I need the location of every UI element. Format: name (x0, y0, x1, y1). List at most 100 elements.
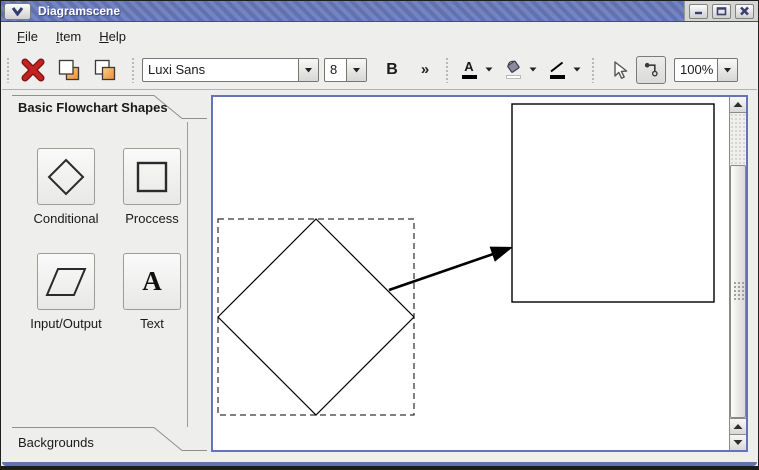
toolbox-section-backgrounds-label: Backgrounds (18, 435, 94, 450)
send-to-back-button[interactable] (91, 55, 119, 85)
arrow-cursor-icon (614, 60, 628, 79)
zoom-combo[interactable]: 100% (674, 57, 738, 82)
input-output-shape-button[interactable] (37, 253, 95, 310)
conditional-shape-button[interactable] (37, 148, 95, 205)
menu-item[interactable]: Item (47, 25, 90, 48)
diamond-shape-icon (47, 158, 85, 195)
toolbox-section-backgrounds[interactable]: Backgrounds (4, 427, 210, 457)
diagram-canvas[interactable] (211, 95, 748, 452)
vertical-scrollbar[interactable] (729, 97, 746, 450)
toolbox-pane: Conditional Proccess Input/Output A Text (4, 122, 188, 427)
scroll-up-button[interactable] (730, 97, 746, 113)
main-area: Basic Flowchart Shapes Conditional Procc… (2, 90, 757, 460)
menu-file[interactable]: File (8, 25, 47, 48)
close-button[interactable] (735, 3, 754, 19)
shape-label: Input/Output (30, 316, 102, 331)
triangle-down-icon (733, 440, 743, 445)
line-color-group (544, 56, 583, 84)
font-combo-value: Luxi Sans (148, 62, 206, 77)
triangle-up-icon (733, 424, 743, 429)
toolbar-handle[interactable] (445, 56, 450, 83)
toolbox-section-shapes[interactable]: Basic Flowchart Shapes (4, 92, 210, 122)
shape-label: Text (140, 316, 164, 331)
bring-to-front-button[interactable] (55, 55, 83, 85)
font-size-combo[interactable]: 8 (324, 57, 367, 82)
line-color-swatch (549, 74, 565, 79)
chevron-down-icon (529, 67, 536, 72)
shape-label: Proccess (125, 211, 179, 226)
shape-cell-proccess: Proccess (109, 148, 195, 226)
font-combo[interactable]: Luxi Sans (142, 57, 319, 82)
close-icon (740, 6, 749, 16)
shape-toolbox: Basic Flowchart Shapes Conditional Procc… (4, 92, 210, 460)
toolbar-handle[interactable] (131, 56, 136, 83)
menu-help[interactable]: Help (90, 25, 135, 48)
minimize-icon (695, 11, 702, 14)
rectangle-shape-icon (136, 161, 168, 192)
font-color-group: A (456, 56, 495, 84)
delete-icon (21, 58, 45, 81)
triangle-up-icon (733, 102, 743, 107)
letter-a-icon: A (142, 266, 162, 296)
app-window: Diagramscene File Item Help Luxi Sans 8 … (0, 0, 759, 470)
chevron-down-icon (724, 67, 731, 72)
shape-cell-input-output: Input/Output (23, 253, 109, 331)
maximize-button[interactable] (712, 3, 731, 19)
text-shape-button[interactable]: A (123, 253, 181, 310)
maximize-icon (716, 7, 727, 16)
bring-to-front-icon (58, 59, 80, 80)
chevron-down-icon (353, 67, 360, 72)
zoom-combo-arrow[interactable] (717, 58, 737, 81)
line-color-dropdown[interactable] (570, 56, 583, 84)
scrollbar-thumb[interactable] (730, 165, 746, 418)
line-color-button[interactable] (544, 56, 570, 84)
font-color-dropdown[interactable] (482, 56, 495, 84)
toolbar-handle[interactable] (591, 56, 596, 83)
toolbar-overflow-button[interactable]: » (413, 56, 437, 84)
proccess-shape-button[interactable] (123, 148, 181, 205)
zoom-combo-value: 100% (680, 62, 714, 77)
elbow-connector-icon (644, 62, 658, 77)
arrow-item[interactable] (388, 250, 500, 292)
font-size-value: 8 (330, 62, 338, 77)
fill-color-dropdown[interactable] (526, 56, 539, 84)
chevron-down-icon (573, 67, 580, 72)
fill-color-button[interactable] (500, 56, 526, 84)
font-size-arrow[interactable] (346, 58, 366, 81)
font-combo-arrow[interactable] (298, 58, 318, 81)
font-color-button[interactable]: A (456, 56, 482, 84)
minimize-button[interactable] (689, 3, 708, 19)
scroll-up-button-2[interactable] (730, 418, 746, 434)
send-to-back-icon (94, 59, 116, 80)
toolbar: Luxi Sans 8 B » A 100% (2, 50, 757, 90)
menubar: File Item Help (2, 22, 757, 50)
scrollbar-track[interactable] (730, 113, 746, 418)
fill-color-group (500, 56, 539, 84)
font-color-glyph: A (464, 58, 474, 74)
chevron-down-icon (305, 67, 312, 72)
scroll-down-button[interactable] (730, 434, 746, 450)
bold-button[interactable]: B (379, 56, 405, 84)
line-tool-button[interactable] (636, 55, 666, 84)
shape-label: Conditional (33, 211, 99, 226)
diagram-scene (217, 103, 715, 416)
toolbar-handle[interactable] (6, 56, 11, 83)
scrollbar-grip (732, 281, 744, 302)
font-color-swatch (461, 74, 477, 79)
window-title: Diagramscene (38, 4, 121, 18)
toolbox-section-shapes-label: Basic Flowchart Shapes (18, 100, 168, 115)
paint-bucket-icon (506, 60, 520, 73)
line-icon (550, 61, 564, 72)
fill-color-swatch (505, 75, 521, 79)
shape-cell-conditional: Conditional (23, 148, 109, 226)
pointer-tool-button[interactable] (606, 56, 632, 84)
parallelogram-shape-icon (45, 267, 87, 296)
delete-button[interactable] (19, 55, 47, 85)
diamond-item[interactable] (217, 218, 415, 416)
window-menu-button[interactable] (4, 2, 31, 20)
arrow-head[interactable] (489, 246, 513, 262)
titlebar[interactable]: Diagramscene (1, 1, 758, 22)
square-item[interactable] (511, 103, 715, 303)
shape-cell-text: A Text (109, 253, 195, 331)
window-bottom-frame (1, 460, 758, 469)
